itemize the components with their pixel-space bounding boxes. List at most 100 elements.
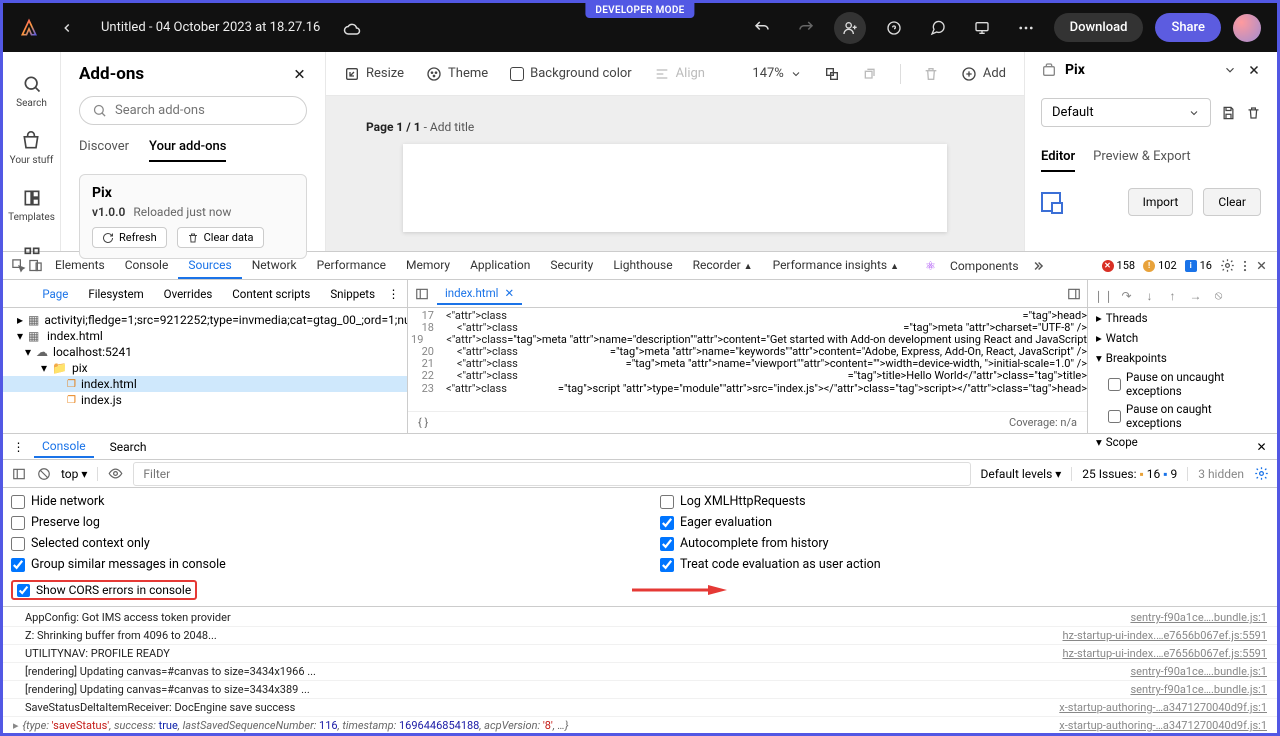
trash-icon[interactable] (1246, 105, 1261, 120)
dt-tab-performance[interactable]: Performance (307, 253, 396, 279)
tree-row[interactable]: ▾☁localhost:5241 (3, 344, 407, 360)
rail-templates[interactable]: Templates (8, 180, 55, 237)
more-tabs-icon[interactable] (1031, 258, 1046, 273)
src-tab-page[interactable]: Page (33, 283, 77, 305)
page-rect[interactable] (403, 144, 947, 232)
levels-select[interactable]: Default levels ▾ (981, 467, 1062, 481)
more-vert-icon[interactable]: ⋮ (11, 439, 26, 454)
clear-data-button[interactable]: Clear data (177, 227, 264, 248)
inspect-icon[interactable] (11, 258, 26, 273)
sec-breakpoints[interactable]: ▾Breakpoints (1088, 348, 1277, 368)
eye-icon[interactable] (108, 466, 123, 481)
braces-icon[interactable]: { } (418, 416, 428, 429)
setting-selected-context-only[interactable]: Selected context only (11, 536, 620, 551)
log-row[interactable]: AppConfig: Got IMS access token provider… (3, 609, 1277, 627)
log-row[interactable]: UTILITYNAV: PROFILE READYhz-startup-ui-i… (3, 645, 1277, 663)
tree-row[interactable]: ▸▦activityi;fledge=1;src=9212252;type=in… (3, 312, 407, 328)
issues-count[interactable]: 25 Issues: ▪ 16 ▪ 9 (1071, 467, 1177, 481)
adobe-express-logo-icon[interactable] (19, 18, 39, 38)
cloud-sync-icon[interactable] (336, 12, 368, 44)
src-tab-content-scripts[interactable]: Content scripts (223, 283, 319, 305)
resize-button[interactable]: Resize (344, 66, 404, 82)
dt-tab-performance-insights[interactable]: Performance insights▲ (763, 253, 909, 279)
log-row[interactable]: [rendering] Updating canvas=#canvas to s… (3, 681, 1277, 699)
canvas-surface[interactable]: Page 1 / 1 - Add title (326, 96, 1024, 251)
dt-tab-application[interactable]: Application (460, 253, 540, 279)
theme-button[interactable]: Theme (426, 66, 488, 82)
pause-icon[interactable]: ❘❘ (1096, 288, 1111, 303)
console-log[interactable]: AppConfig: Got IMS access token provider… (3, 607, 1277, 733)
rail-your-stuff[interactable]: Your stuff (10, 123, 54, 180)
close-icon[interactable] (1247, 63, 1261, 77)
setting-show-cors[interactable]: Show CORS errors in console (11, 580, 197, 600)
log-row[interactable]: Z: Shrinking buffer from 4096 to 2048...… (3, 627, 1277, 645)
warning-count[interactable]: !102 (1143, 259, 1177, 272)
more-vert-icon[interactable] (1237, 258, 1252, 273)
document-title[interactable]: Untitled - 04 October 2023 at 18.27.16 (101, 20, 320, 35)
dt-tab-memory[interactable]: Memory (396, 253, 460, 279)
src-tab-snippets[interactable]: Snippets (321, 283, 384, 305)
setting-group-similar-messages-in-console[interactable]: Group similar messages in console (11, 557, 620, 572)
src-tab-overrides[interactable]: Overrides (155, 283, 222, 305)
chevron-down-icon[interactable] (1223, 63, 1237, 77)
step-out-icon[interactable]: ↑ (1165, 288, 1180, 303)
import-button[interactable]: Import (1128, 188, 1194, 216)
tree-row[interactable]: ❐index.js (3, 392, 407, 408)
addons-search[interactable] (79, 96, 307, 125)
log-source[interactable]: x-startup-authoring-…a3471270040d9f.js:1 (1059, 701, 1267, 714)
setting-autocomplete-from-history[interactable]: Autocomplete from history (660, 536, 1269, 551)
tab-your-addons[interactable]: Your add-ons (149, 139, 226, 162)
step-icon[interactable]: → (1188, 288, 1203, 303)
addons-search-input[interactable] (115, 103, 294, 118)
code-editor[interactable]: 17<"attr">class="tag">head>18 <"attr">cl… (408, 308, 1087, 411)
search-tab[interactable]: Search (102, 437, 155, 457)
tree-row[interactable]: ❐index.html (3, 376, 407, 392)
filter-input[interactable] (140, 464, 963, 484)
more-icon[interactable] (1010, 12, 1042, 44)
addon-card[interactable]: Pix v1.0.0Reloaded just now Refresh Clea… (79, 174, 307, 259)
share-button[interactable]: Share (1155, 13, 1221, 42)
log-source[interactable]: sentry-f90a1ce….bundle.js:1 (1130, 683, 1267, 696)
dt-tab-components[interactable]: Components (940, 254, 1029, 278)
present-icon[interactable] (966, 12, 998, 44)
log-source[interactable]: sentry-f90a1ce….bundle.js:1 (1130, 665, 1267, 678)
setting-hide-network[interactable]: Hide network (11, 494, 620, 509)
log-row[interactable]: [rendering] Updating canvas=#canvas to s… (3, 663, 1277, 681)
settings-icon[interactable] (1220, 258, 1235, 273)
tab-preview-export[interactable]: Preview & Export (1093, 149, 1190, 172)
clear-button[interactable]: Clear (1203, 188, 1261, 216)
setting-eager-evaluation[interactable]: Eager evaluation (660, 515, 1269, 530)
chk-caught[interactable]: Pause on caught exceptions (1088, 400, 1277, 432)
console-tab[interactable]: Console (34, 436, 94, 458)
log-row[interactable]: ▸{type: 'saveStatus', success: true, las… (3, 717, 1277, 733)
save-icon[interactable] (1221, 105, 1236, 120)
rail-search[interactable]: Search (16, 66, 47, 123)
redo-icon[interactable] (790, 12, 822, 44)
close-icon[interactable] (1254, 258, 1269, 273)
dt-tab-security[interactable]: Security (540, 253, 603, 279)
device-toggle-icon[interactable] (28, 258, 43, 273)
download-button[interactable]: Download (1054, 13, 1144, 42)
zoom-level[interactable]: 147% (752, 66, 801, 81)
log-row[interactable]: SaveStatusDeltaItemReceiver: DocEngine s… (3, 699, 1277, 717)
info-count[interactable]: i16 (1185, 259, 1212, 272)
dt-tab-recorder[interactable]: Recorder▲ (683, 253, 763, 279)
sidebar-icon[interactable] (11, 466, 26, 481)
sidebar-toggle-icon[interactable] (414, 286, 429, 301)
layers-button[interactable] (824, 66, 840, 82)
tree-row[interactable]: ▾▦index.html (3, 328, 407, 344)
log-source[interactable]: sentry-f90a1ce….bundle.js:1 (1130, 611, 1267, 624)
deactivate-bp-icon[interactable]: ⦸ (1211, 288, 1226, 303)
comment-icon[interactable] (922, 12, 954, 44)
log-source[interactable]: x-startup-authoring-…a3471270040d9f.js:1 (1059, 719, 1267, 732)
dt-tab-lighthouse[interactable]: Lighthouse (603, 253, 682, 279)
refresh-button[interactable]: Refresh (92, 227, 167, 248)
log-source[interactable]: hz-startup-ui-index.…e7656b067ef.js:5591 (1062, 629, 1267, 642)
more-vert-icon[interactable]: ⋮ (386, 286, 401, 301)
error-count[interactable]: ✕158 (1102, 259, 1136, 272)
add-button[interactable]: Add (961, 66, 1006, 82)
frame-tool-icon[interactable] (1041, 192, 1061, 212)
tree-row[interactable]: ▾📁pix (3, 360, 407, 376)
close-icon[interactable]: ✕ (1254, 439, 1269, 454)
add-person-icon[interactable] (834, 12, 866, 44)
